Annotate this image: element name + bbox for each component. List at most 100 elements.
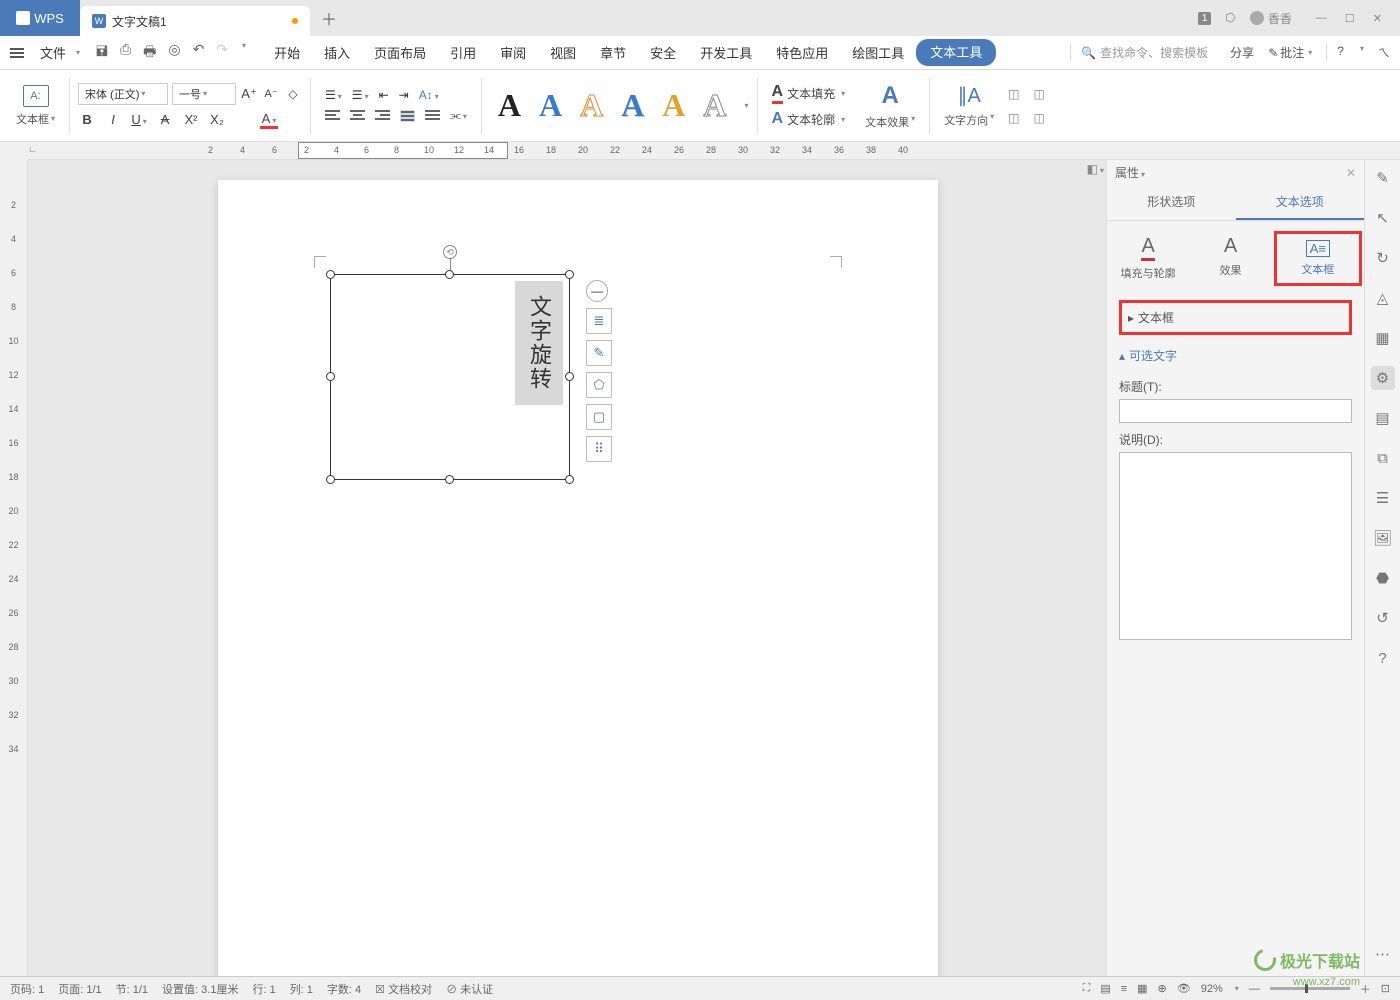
menu-页面布局[interactable]: 页面布局	[362, 39, 438, 66]
collapse-ribbon-icon[interactable]: ㄟ	[1378, 44, 1390, 61]
italic-button[interactable]: I	[104, 112, 122, 127]
strike-button[interactable]: A	[156, 112, 174, 127]
section-alt-text[interactable]: ▴ 可选文字	[1119, 341, 1352, 370]
font-color-button[interactable]: A▾	[260, 111, 278, 129]
outdent-icon[interactable]: ⇤	[379, 88, 389, 102]
fullscreen-icon[interactable]: ⛶	[1083, 982, 1091, 995]
subtab-effects[interactable]: A 效果	[1189, 229, 1271, 288]
resize-handle[interactable]	[445, 270, 454, 279]
wordart-style-2[interactable]: A	[580, 87, 603, 124]
text-fill-button[interactable]: A文本填充▾	[772, 83, 846, 104]
zoom-in-icon[interactable]: ＋	[1360, 981, 1371, 997]
fit-icon[interactable]: ⊡	[1381, 982, 1390, 995]
text-direction-button[interactable]: ∥A 文字方向▾	[938, 75, 1000, 137]
align-left-icon[interactable]	[325, 110, 340, 122]
view-web-icon[interactable]: ▦	[1137, 982, 1147, 995]
wordart-styles[interactable]: AAAAAA	[490, 87, 735, 124]
textbox-shape[interactable]: ⟲ 文字旋转	[330, 274, 570, 480]
title-input[interactable]	[1119, 399, 1352, 423]
menu-开始[interactable]: 开始	[262, 39, 312, 66]
lineheight-icon[interactable]: A↕▾	[419, 88, 439, 102]
menu-章节[interactable]: 章节	[588, 39, 638, 66]
refresh-icon[interactable]: ↻	[1371, 246, 1395, 270]
status-cert[interactable]: ⊘ 未认证	[446, 981, 493, 997]
zoom-label[interactable]: 92%	[1201, 983, 1223, 995]
username[interactable]: 香香	[1268, 10, 1292, 27]
chevron-down-icon[interactable]: ▾	[242, 41, 246, 65]
resize-handle[interactable]	[565, 270, 574, 279]
command-search[interactable]: 🔍 查找命令、搜索模板	[1070, 44, 1208, 61]
align-right-icon[interactable]	[375, 110, 390, 122]
tab-shape-options[interactable]: 形状选项	[1107, 185, 1236, 220]
align-justify-icon[interactable]	[400, 110, 415, 122]
comment-button[interactable]: ✎ 批注▾	[1268, 44, 1312, 61]
menu-审阅[interactable]: 审阅	[488, 39, 538, 66]
panel-close-icon[interactable]: ✕	[1346, 166, 1356, 180]
status-pages[interactable]: 页面: 1/1	[58, 981, 101, 997]
wordart-style-3[interactable]: A	[621, 87, 644, 124]
maximize-button[interactable]: ☐	[1345, 12, 1355, 25]
extra-icon-2[interactable]: ◫	[1008, 111, 1019, 125]
align-distribute-icon[interactable]	[425, 110, 440, 122]
new-tab-button[interactable]: ＋	[314, 3, 344, 33]
font-name-combo[interactable]: 宋体 (正文)▾	[78, 83, 168, 105]
font-size-combo[interactable]: 一号▾	[172, 83, 236, 105]
view-read-icon[interactable]: ⊕	[1158, 982, 1167, 995]
textbox-group[interactable]: A: 文本框▾	[10, 75, 61, 137]
resize-handle[interactable]	[565, 372, 574, 381]
menu-特色应用[interactable]: 特色应用	[764, 39, 840, 66]
status-col[interactable]: 列: 1	[290, 981, 313, 997]
resize-handle[interactable]	[326, 270, 335, 279]
help-icon[interactable]: ?	[1371, 646, 1395, 670]
resize-handle[interactable]	[565, 475, 574, 484]
more-icon[interactable]: ⋯	[1371, 942, 1395, 966]
extra-icon-4[interactable]: ◫	[1033, 111, 1044, 125]
shape-text[interactable]: 文字旋转	[515, 281, 563, 405]
rotate-handle[interactable]: ⟲	[443, 245, 457, 259]
close-button[interactable]: ✕	[1373, 12, 1382, 25]
resize-handle[interactable]	[326, 475, 335, 484]
float-layout-icon[interactable]: ≣	[586, 308, 612, 334]
cursor-icon[interactable]: ↖	[1371, 206, 1395, 230]
wordart-style-4[interactable]: A	[662, 87, 685, 124]
user-icon[interactable]	[1250, 11, 1264, 25]
tab-text-options[interactable]: 文本选项	[1236, 185, 1365, 220]
gallery-icon[interactable]: ▤	[1371, 406, 1395, 430]
wordart-style-1[interactable]: A	[539, 87, 562, 124]
horizontal-ruler[interactable]: ∟ 24624681012141618202224262830323436384…	[28, 142, 1400, 160]
text-effect-button[interactable]: A 文本效果▾	[859, 75, 921, 137]
eye-icon[interactable]: 👁	[1177, 982, 1191, 995]
outline-icon[interactable]: ☰	[1371, 486, 1395, 510]
history-icon[interactable]: ↺	[1371, 606, 1395, 630]
menu-安全[interactable]: 安全	[638, 39, 688, 66]
zoom-out-icon[interactable]: —	[1249, 983, 1260, 995]
triangle-icon[interactable]: ◬	[1371, 286, 1395, 310]
resize-handle[interactable]	[326, 372, 335, 381]
app-button[interactable]: WPS	[0, 0, 80, 36]
menu-引用[interactable]: 引用	[438, 39, 488, 66]
float-more-icon[interactable]: ⠿	[586, 436, 612, 462]
extra-icon-1[interactable]: ◫	[1008, 87, 1019, 101]
skin-icon[interactable]: ⭔	[1225, 11, 1235, 25]
menu-插入[interactable]: 插入	[312, 39, 362, 66]
preview-icon[interactable]: ◎	[168, 41, 180, 65]
superscript-button[interactable]: X²	[182, 112, 200, 127]
indent-icon[interactable]: ⇥	[399, 88, 409, 102]
menu-文本工具[interactable]: 文本工具	[916, 39, 996, 66]
float-fill-icon[interactable]: ⬠	[586, 372, 612, 398]
desc-textarea[interactable]	[1119, 452, 1352, 640]
view-page-icon[interactable]: ▤	[1100, 982, 1110, 995]
redo-icon[interactable]: ↷	[216, 41, 228, 65]
save-icon[interactable]: 🖬	[96, 41, 108, 65]
status-row[interactable]: 行: 1	[252, 981, 275, 997]
notification-badge[interactable]: 1	[1198, 12, 1212, 25]
chevron-down-icon[interactable]: ▾	[745, 101, 749, 110]
shield-icon[interactable]: ⬣	[1371, 566, 1395, 590]
chevron-down-icon[interactable]: ▾	[1360, 44, 1364, 61]
table-icon[interactable]: ▦	[1371, 326, 1395, 350]
view-outline-icon[interactable]: ≡	[1121, 983, 1127, 995]
clear-format-icon[interactable]: ◇	[284, 87, 302, 101]
shrink-font-icon[interactable]: A⁻	[262, 87, 280, 100]
wordart-style-0[interactable]: A	[498, 87, 521, 124]
canvas[interactable]: ⟲ 文字旋转 — ≣ ✎ ⬠ ▢ ⠿ ◧▾	[28, 160, 1106, 976]
